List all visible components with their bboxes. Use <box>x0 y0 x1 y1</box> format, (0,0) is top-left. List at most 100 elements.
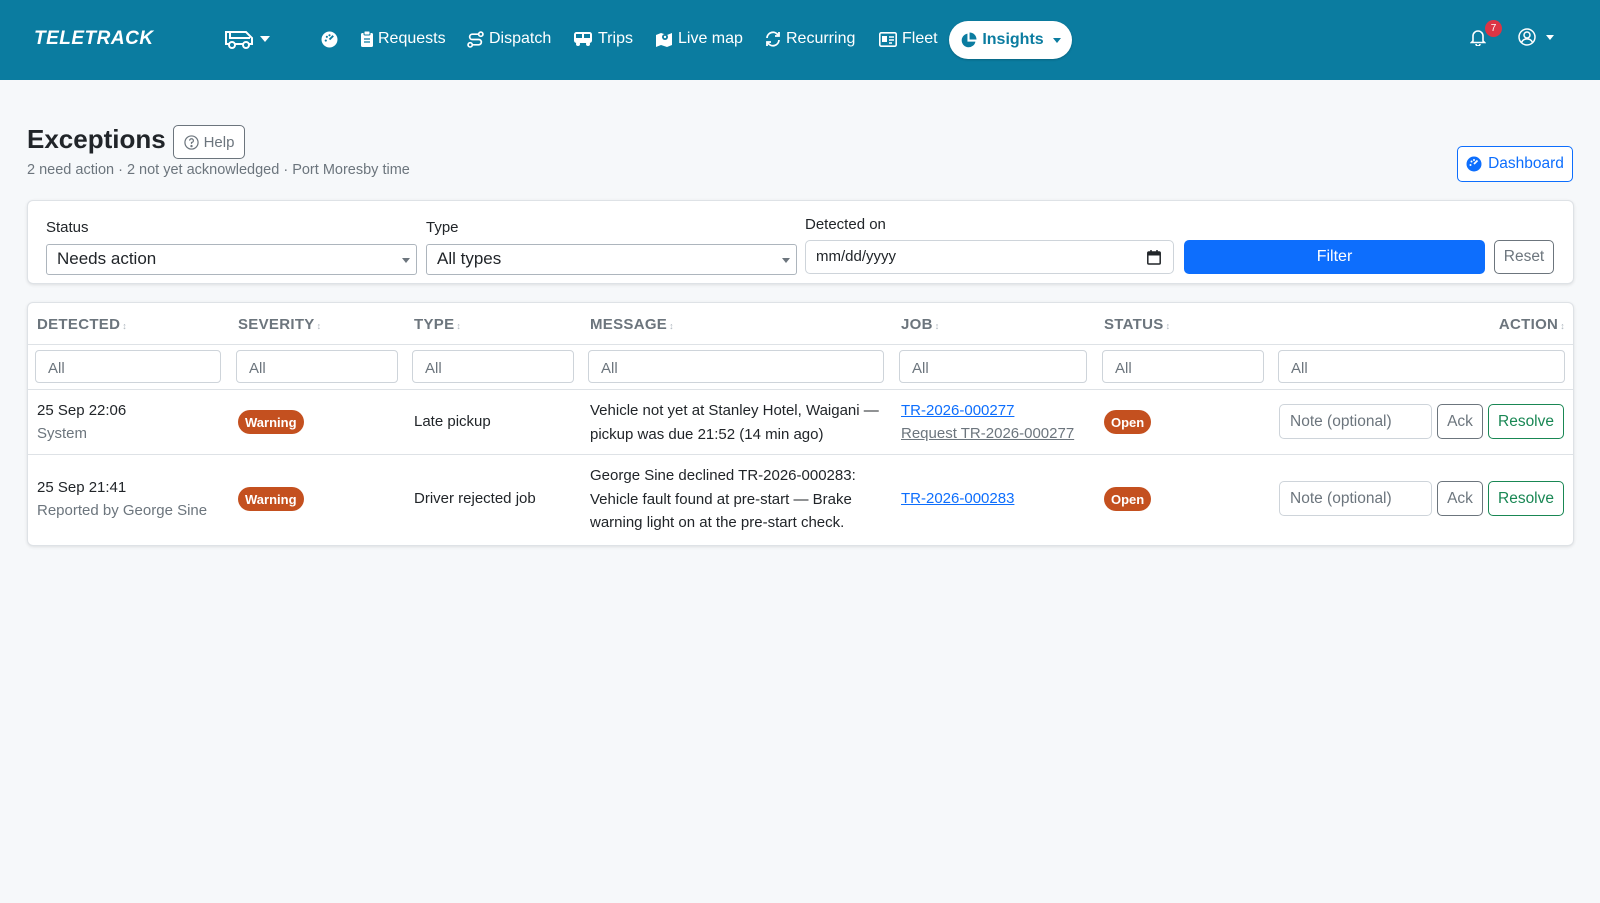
exceptions-table: DETECTED ↕ SEVERITY ↕ TYPE ↕ MESSAGE ↕ JOB ↕ … <box>27 302 1574 546</box>
exception-message: Vehicle not yet at Stanley Hotel, Waigan… <box>590 402 879 443</box>
exception-message: George Sine declined TR-2026-000283: Veh… <box>590 467 856 531</box>
nav-live-map[interactable]: Live map <box>655 26 743 52</box>
nav-dispatch-label: Dispatch <box>489 30 552 47</box>
detected-by: Reported by George Sine <box>37 502 208 519</box>
status-select[interactable]: Needs action <box>46 244 417 275</box>
type-select-value: All types <box>437 249 502 268</box>
detected-time: 25 Sep 21:41 <box>37 479 127 496</box>
nav-insights-dropdown[interactable]: Insights <box>949 21 1072 59</box>
exception-type: Late pickup <box>414 413 491 430</box>
help-button[interactable]: Help <box>173 125 245 159</box>
column-header-label: JOB <box>901 316 933 333</box>
ack-button[interactable]: Ack <box>1437 481 1483 516</box>
job-link[interactable]: TR-2026-000277 <box>901 399 1014 423</box>
action-column-filter[interactable]: All <box>1278 350 1565 383</box>
nav-dashboard[interactable] <box>321 26 343 52</box>
notification-badge: 7 <box>1485 20 1502 37</box>
note-input[interactable]: Note (optional) <box>1279 404 1432 439</box>
chevron-down-icon <box>402 258 410 263</box>
column-header-label: DETECTED <box>37 316 121 333</box>
status-select-value: Needs action <box>57 249 157 268</box>
page-subtitle: 2 need action · 2 not yet acknowledged ·… <box>27 162 410 178</box>
nav-insights-label: Insights <box>982 31 1044 48</box>
bus-icon <box>574 32 592 46</box>
pie-chart-icon <box>962 32 977 47</box>
top-navbar: TELETRACK Requests Dispatch Trips Live m… <box>0 0 1600 80</box>
nav-trips[interactable]: Trips <box>573 26 633 52</box>
chevron-down-icon <box>1546 34 1554 40</box>
filter-card: Status Needs action Type All types Detec… <box>27 200 1574 284</box>
nav-fleet-label: Fleet <box>902 30 938 47</box>
type-select[interactable]: All types <box>426 244 797 275</box>
question-circle-icon <box>183 134 199 150</box>
bell-icon[interactable] <box>1470 28 1486 46</box>
header-divider <box>28 344 1573 345</box>
gauge-icon <box>321 31 338 47</box>
dashboard-button[interactable]: Dashboard <box>1457 146 1573 182</box>
job-link-text[interactable]: TR-2026-000277 <box>901 402 1014 419</box>
nav-live-map-label: Live map <box>678 30 743 47</box>
vehicle-dropdown[interactable] <box>224 26 270 52</box>
sort-icon: ↕ <box>1165 321 1171 331</box>
row-divider <box>28 389 1573 390</box>
sort-icon: ↕ <box>934 321 940 331</box>
chevron-down-icon <box>260 36 270 42</box>
job-column-filter[interactable]: All <box>899 350 1087 383</box>
date-placeholder: mm/dd/yyyy <box>816 248 897 265</box>
map-pin-icon <box>656 32 672 47</box>
user-circle-icon <box>1518 28 1536 46</box>
message-column-filter[interactable]: All <box>588 350 884 383</box>
page-title: Exceptions <box>27 124 166 154</box>
type-filter-label: Type <box>426 219 459 236</box>
column-header-label: ACTION <box>1498 316 1559 333</box>
sort-icon: ↕ <box>316 321 322 331</box>
column-header-message[interactable]: MESSAGE ↕ <box>590 316 674 333</box>
column-header-detected[interactable]: DETECTED ↕ <box>37 316 127 333</box>
sort-icon: ↕ <box>669 321 674 331</box>
detected-column-filter[interactable]: All <box>35 350 221 383</box>
status-badge: Open <box>1104 487 1152 511</box>
type-column-filter[interactable]: All <box>412 350 574 383</box>
ack-button[interactable]: Ack <box>1437 404 1483 439</box>
van-icon <box>225 31 253 49</box>
nav-fleet[interactable]: Fleet <box>879 26 938 52</box>
severity-badge: Warning <box>238 487 304 511</box>
calendar-icon[interactable] <box>1147 250 1161 265</box>
clipboard-icon <box>361 31 373 47</box>
status-column-filter[interactable]: All <box>1102 350 1264 383</box>
request-link-text[interactable]: Request TR-2026-000277 <box>901 425 1074 442</box>
nav-requests-label: Requests <box>378 30 446 47</box>
note-input[interactable]: Note (optional) <box>1279 481 1432 516</box>
status-badge: Open <box>1104 410 1152 434</box>
nav-dispatch[interactable]: Dispatch <box>467 26 551 52</box>
chevron-down-icon <box>1052 37 1061 43</box>
severity-badge: Warning <box>238 410 304 434</box>
detected-on-label: Detected on <box>805 216 886 233</box>
nav-requests[interactable]: Requests <box>361 26 446 52</box>
sort-icon: ↕ <box>1560 321 1565 331</box>
nav-recurring-label: Recurring <box>786 30 856 47</box>
column-header-label: MESSAGE <box>590 316 668 333</box>
job-link[interactable]: TR-2026-000283 <box>901 487 1014 511</box>
user-menu-dropdown[interactable] <box>1518 28 1554 46</box>
sort-icon: ↕ <box>456 321 462 331</box>
gauge-icon <box>1466 156 1482 172</box>
brand-logo[interactable]: TELETRACK <box>34 28 154 50</box>
resolve-button[interactable]: Resolve <box>1488 404 1564 439</box>
reset-button[interactable]: Reset <box>1494 240 1554 274</box>
chevron-down-icon <box>782 258 790 263</box>
resolve-button[interactable]: Resolve <box>1488 481 1564 516</box>
sort-icon: ↕ <box>122 321 128 331</box>
job-link-text[interactable]: TR-2026-000283 <box>901 490 1014 507</box>
column-header-status[interactable]: STATUS ↕ <box>1104 316 1170 333</box>
help-button-label: Help <box>203 133 235 151</box>
column-header-action[interactable]: ACTION ↕ <box>1499 316 1565 333</box>
nav-recurring[interactable]: Recurring <box>765 26 855 52</box>
column-header-severity[interactable]: SEVERITY ↕ <box>238 316 321 333</box>
request-link[interactable]: Request TR-2026-000277 <box>901 422 1074 446</box>
column-header-job[interactable]: JOB ↕ <box>901 316 940 333</box>
severity-column-filter[interactable]: All <box>236 350 398 383</box>
filter-button[interactable]: Filter <box>1184 240 1485 274</box>
column-header-type[interactable]: TYPE ↕ <box>414 316 461 333</box>
detected-on-date-input[interactable]: mm/dd/yyyy <box>805 240 1174 274</box>
